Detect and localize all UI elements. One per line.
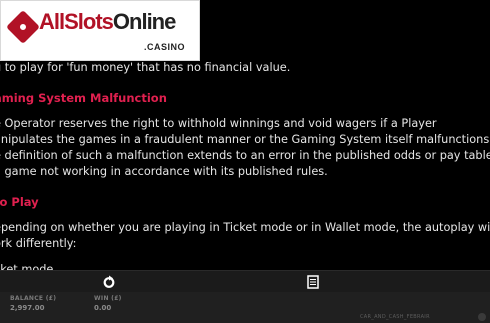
- malfunction-heading: aming System Malfunction: [0, 91, 167, 105]
- autoplay-heading: to Play: [0, 195, 39, 209]
- logo-wordmark: AllSlotsOnline: [39, 9, 176, 34]
- autoplay-line: ork differently:: [0, 237, 77, 250]
- game-toolbar: [0, 270, 490, 293]
- autoplay-line: epending on whether you are playing in T…: [0, 221, 490, 234]
- refresh-icon[interactable]: [102, 275, 116, 289]
- status-bar: BALANCE (£) 2,997.00 WIN (£) 0.00 CAR_AN…: [0, 292, 490, 323]
- logo-text-main: AllSlots: [39, 9, 114, 34]
- balance-label: BALANCE (£): [10, 295, 57, 302]
- malfunction-line: e Operator reserves the right to withhol…: [0, 117, 437, 130]
- malfunction-line: e definition of such a malfunction exten…: [0, 149, 490, 162]
- logo-subtitle: .CASINO: [143, 42, 185, 52]
- win-label: WIN (£): [94, 295, 122, 302]
- allslotsonline-logo: AllSlotsOnline .CASINO: [0, 0, 200, 61]
- intro-line: u to play for 'fun money' that has no fi…: [0, 61, 291, 74]
- win-value: 0.00: [94, 304, 112, 312]
- malfunction-line: anipulates the games in a fraudulent man…: [0, 133, 490, 146]
- menu-button[interactable]: [478, 313, 486, 321]
- dice-icon: [6, 10, 40, 44]
- game-id: CAR_AND_CASH_FEBRAIR: [360, 314, 430, 320]
- document-icon[interactable]: [306, 275, 320, 289]
- logo-text-accent: Online: [112, 9, 176, 34]
- help-content: u to play for 'fun money' that has no fi…: [0, 60, 490, 278]
- balance-value: 2,997.00: [10, 304, 45, 312]
- malfunction-line: a game not working in accordance with it…: [0, 165, 328, 178]
